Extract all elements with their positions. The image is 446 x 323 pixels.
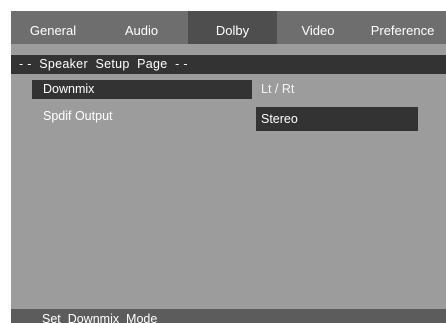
tab-video[interactable]: Video [277,11,359,44]
setup-menu-panel: General Audio Dolby Video Preference - -… [11,11,446,323]
menu-item-downmix[interactable]: Downmix [32,80,252,99]
tab-audio[interactable]: Audio [95,11,188,44]
status-bar: Set Downmix Mode [11,309,446,323]
tab-dolby[interactable]: Dolby [188,11,277,44]
tab-general[interactable]: General [11,11,95,44]
spdif-output-value[interactable]: Stereo [256,107,418,131]
setup-tab-bar: General Audio Dolby Video Preference [11,11,446,44]
tab-preference[interactable]: Preference [359,11,446,44]
menu-item-spdif-output[interactable]: Spdif Output [32,107,252,126]
dvd-setup-screen: General Audio Dolby Video Preference - -… [0,0,446,323]
downmix-value[interactable]: Lt / Rt [256,78,418,100]
page-title: - - Speaker Setup Page - - [11,55,446,74]
